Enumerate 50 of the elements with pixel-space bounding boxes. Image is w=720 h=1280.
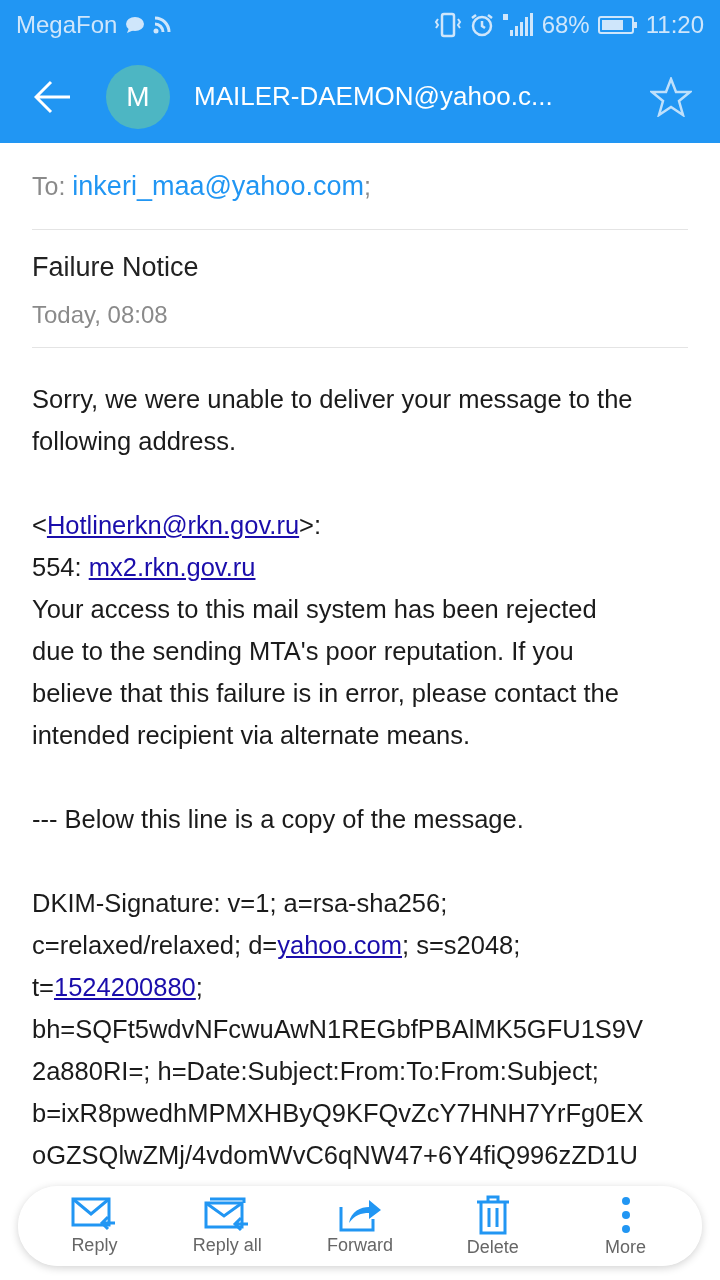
recipient-email[interactable]: inkeri_maa@yahoo.com: [72, 170, 364, 202]
body-text: ;: [195, 973, 203, 1001]
separator: ;: [363, 171, 371, 201]
battery-icon: [597, 15, 638, 35]
body-text: b=ixR8pwedhMPMXHByQ9KFQvZcY7HNH7YrFg0EX: [32, 1099, 644, 1127]
body-text: 554:: [32, 553, 83, 581]
body-text: >:: [299, 511, 322, 539]
body-link[interactable]: yahoo.com: [277, 931, 402, 959]
to-label: To:: [32, 171, 66, 201]
back-arrow-icon[interactable]: [34, 79, 72, 114]
body-link[interactable]: 1524200880: [54, 973, 196, 1001]
vibrate-icon: [433, 12, 462, 38]
body-text: believe that this failure is in error, please contact the: [32, 679, 619, 707]
star-icon[interactable]: [650, 76, 692, 117]
envelope-icon: [71, 1196, 118, 1233]
clock-time: 11:20: [645, 11, 704, 39]
carrier-name: MegaFon: [16, 11, 118, 39]
sender-address: MAILER-DAEMON@yahoo.c...: [194, 81, 554, 112]
body-text: <: [32, 511, 47, 539]
reply-all-button[interactable]: Reply all: [167, 1196, 288, 1256]
body-link[interactable]: mx2.rkn.gov.ru: [88, 553, 256, 581]
chat-bubble-icon: [125, 16, 146, 34]
envelopes-icon: [204, 1196, 251, 1233]
body-text: intended recipient via alternate means.: [32, 721, 471, 749]
email-date: Today, 08:08: [32, 301, 169, 329]
body-text: oGZSQlwZMj/4vdomWvC6qNW47+6Y4fiQ996zZD1U: [32, 1141, 638, 1169]
sender-avatar: M: [106, 64, 170, 129]
body-text: Sorry, we were unable to deliver your message to the: [32, 385, 633, 413]
body-text: Your access to this mail system has been rejected: [32, 595, 597, 623]
alarm-clock-icon: [469, 13, 494, 37]
body-text: c=relaxed/relaxed; d=: [32, 931, 278, 959]
body-text: t=: [32, 973, 54, 1001]
reply-button[interactable]: Reply: [34, 1196, 155, 1256]
signal-icon: [501, 12, 534, 38]
battery-percent: 68%: [541, 11, 590, 39]
body-text: DKIM-Signature: v=1; a=rsa-sha256;: [32, 889, 448, 917]
forward-button[interactable]: Forward: [300, 1196, 420, 1256]
more-icon: [619, 1194, 632, 1235]
email-subject: Failure Notice: [32, 252, 200, 283]
body-text: ; s=s2048;: [402, 931, 521, 959]
body-text: following address.: [32, 427, 237, 455]
rss-icon: [153, 16, 172, 34]
body-link[interactable]: Hotlinerkn@rkn.gov.ru: [46, 511, 300, 539]
trash-icon: [474, 1194, 511, 1235]
body-text: 2a880RI=; h=Date:Subject:From:To:From:Subject;: [32, 1057, 599, 1085]
body-text: --- Below this line is a copy of the message.: [32, 805, 524, 833]
body-text: due to the sending MTA's poor reputation. If you: [32, 637, 574, 665]
body-text: bh=SQFt5wdvNFcwuAwN1REGbfPBAlMK5GFU1S9V: [32, 1015, 644, 1043]
more-button[interactable]: More: [565, 1194, 686, 1258]
delete-button[interactable]: Delete: [432, 1194, 553, 1258]
